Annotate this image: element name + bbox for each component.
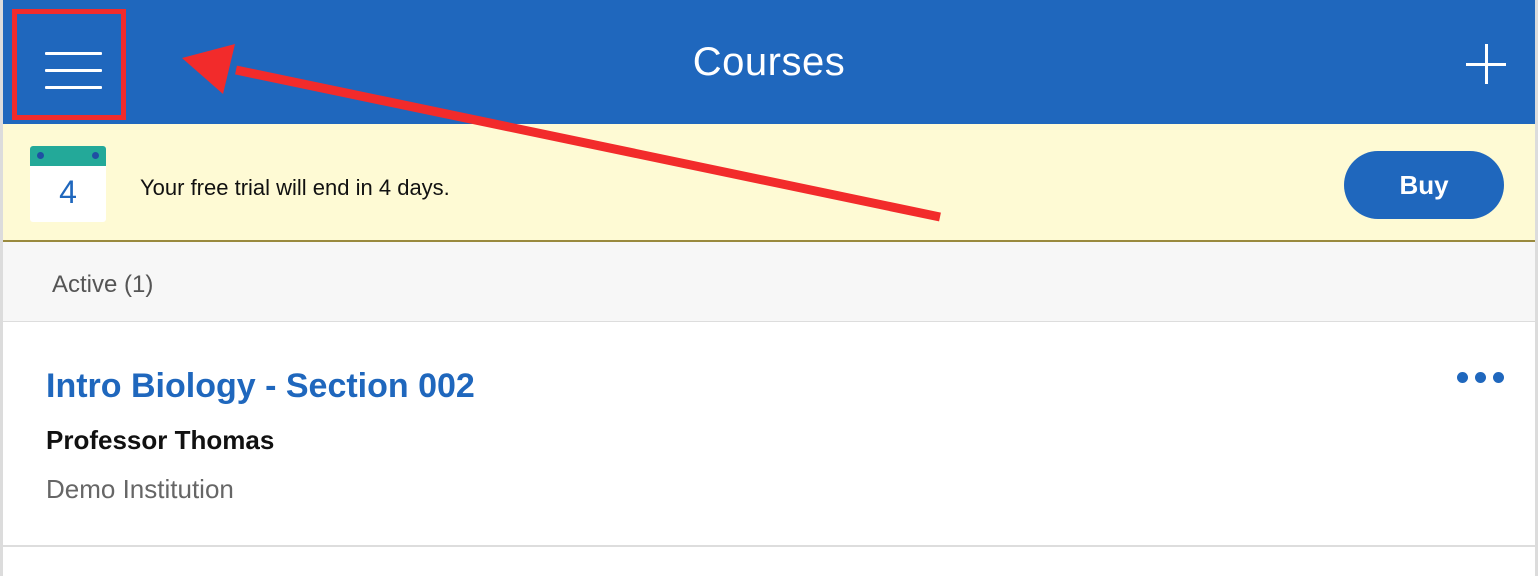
plus-icon-stroke: [1485, 44, 1488, 84]
buy-button[interactable]: Buy: [1344, 151, 1504, 219]
trial-banner: 4 Your free trial will end in 4 days. Bu…: [3, 124, 1535, 242]
calendar-ring: [92, 152, 99, 159]
calendar-ring: [37, 152, 44, 159]
course-card[interactable]: Intro Biology - Section 002 Professor Th…: [3, 322, 1535, 547]
more-options-icon-dot: [1493, 372, 1504, 383]
course-institution: Demo Institution: [46, 474, 234, 504]
hamburger-menu-icon-bar: [45, 86, 102, 89]
app-header: Courses: [3, 0, 1535, 124]
trial-message: Your free trial will end in 4 days.: [140, 175, 450, 200]
section-label: Active (1): [52, 271, 154, 298]
section-header: Active (1): [3, 242, 1535, 322]
course-professor: Professor Thomas: [46, 425, 275, 455]
calendar-day: 4: [59, 174, 77, 210]
more-options-icon-dot: [1475, 372, 1486, 383]
course-title[interactable]: Intro Biology - Section 002: [46, 367, 475, 406]
page-title: Courses: [692, 40, 846, 84]
more-options-button[interactable]: [1453, 367, 1511, 387]
add-course-button[interactable]: [1466, 44, 1506, 84]
calendar-icon: 4: [30, 146, 106, 222]
more-options-icon: [1457, 372, 1468, 383]
